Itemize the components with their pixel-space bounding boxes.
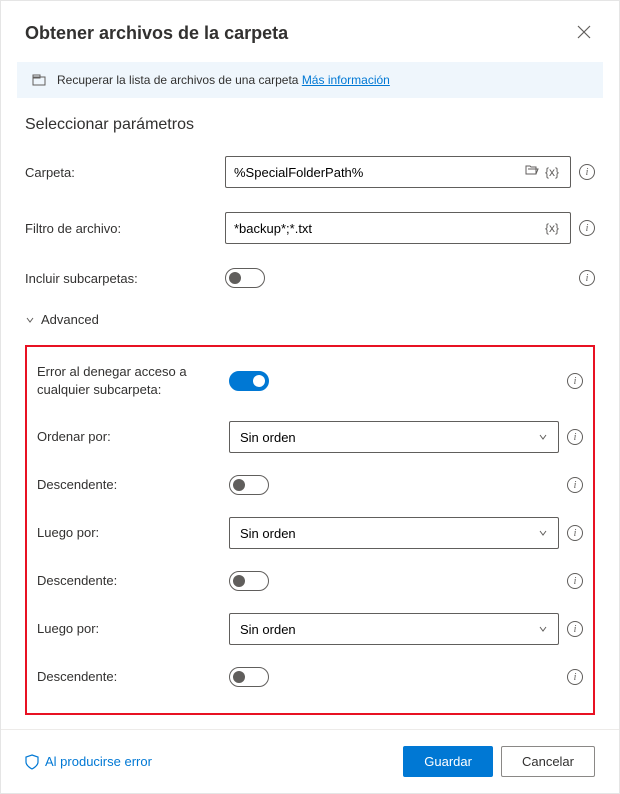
on-error-link[interactable]: Al producirse error	[25, 754, 152, 770]
cancel-button[interactable]: Cancelar	[501, 746, 595, 777]
thenby1-value: Sin orden	[240, 526, 296, 541]
info-banner: Recuperar la lista de archivos de una ca…	[17, 62, 603, 98]
filter-row: Filtro de archivo: {x} i	[25, 212, 595, 244]
variable-picker-icon[interactable]: {x}	[542, 165, 562, 179]
close-icon	[577, 25, 591, 39]
advanced-toggle[interactable]: Advanced	[25, 312, 595, 327]
advanced-label: Advanced	[41, 312, 99, 327]
help-icon[interactable]: i	[567, 525, 583, 541]
help-icon[interactable]: i	[567, 573, 583, 589]
chevron-down-icon	[538, 624, 548, 634]
help-icon[interactable]: i	[567, 429, 583, 445]
section-title: Seleccionar parámetros	[25, 116, 595, 134]
desc2-toggle[interactable]	[229, 571, 269, 591]
sort-by-select[interactable]: Sin orden	[229, 421, 559, 453]
subfolders-toggle[interactable]	[225, 268, 265, 288]
browse-folder-icon[interactable]	[522, 163, 542, 181]
help-icon[interactable]: i	[567, 373, 583, 389]
folder-input[interactable]	[234, 165, 522, 180]
folder-input-wrap: {x}	[225, 156, 571, 188]
thenby2-select[interactable]: Sin orden	[229, 613, 559, 645]
content-area: Seleccionar parámetros Carpeta: {x} i Fi…	[1, 116, 619, 729]
desc2-row: Descendente: i	[37, 571, 583, 591]
desc3-label: Descendente:	[37, 668, 217, 686]
save-button[interactable]: Guardar	[403, 746, 493, 777]
deny-error-label: Error al denegar acceso a cualquier subc…	[37, 363, 217, 399]
help-icon[interactable]: i	[579, 270, 595, 286]
folder-label: Carpeta:	[25, 165, 213, 180]
thenby1-row: Luego por: Sin orden i	[37, 517, 583, 549]
footer-buttons: Guardar Cancelar	[403, 746, 595, 777]
desc3-toggle[interactable]	[229, 667, 269, 687]
help-icon[interactable]: i	[567, 477, 583, 493]
thenby1-label: Luego por:	[37, 524, 217, 542]
desc1-toggle[interactable]	[229, 475, 269, 495]
chevron-down-icon	[25, 315, 35, 325]
thenby2-label: Luego por:	[37, 620, 217, 638]
subfolders-row: Incluir subcarpetas: i	[25, 268, 595, 288]
subfolders-label: Incluir subcarpetas:	[25, 271, 213, 286]
close-button[interactable]	[573, 21, 595, 46]
filter-input[interactable]	[234, 221, 542, 236]
help-icon[interactable]: i	[567, 621, 583, 637]
sort-by-value: Sin orden	[240, 430, 296, 445]
thenby2-row: Luego por: Sin orden i	[37, 613, 583, 645]
folder-row: Carpeta: {x} i	[25, 156, 595, 188]
thenby2-value: Sin orden	[240, 622, 296, 637]
deny-error-row: Error al denegar acceso a cualquier subc…	[37, 363, 583, 399]
chevron-down-icon	[538, 432, 548, 442]
filter-input-wrap: {x}	[225, 212, 571, 244]
dialog-header: Obtener archivos de la carpeta	[1, 1, 619, 62]
deny-error-toggle[interactable]	[229, 371, 269, 391]
variable-picker-icon[interactable]: {x}	[542, 221, 562, 235]
advanced-section: Error al denegar acceso a cualquier subc…	[25, 345, 595, 715]
folder-info-icon	[31, 72, 47, 88]
help-icon[interactable]: i	[579, 164, 595, 180]
desc1-row: Descendente: i	[37, 475, 583, 495]
sort-by-label: Ordenar por:	[37, 428, 217, 446]
on-error-label: Al producirse error	[45, 754, 152, 769]
filter-label: Filtro de archivo:	[25, 221, 213, 236]
thenby1-select[interactable]: Sin orden	[229, 517, 559, 549]
help-icon[interactable]: i	[579, 220, 595, 236]
dialog-footer: Al producirse error Guardar Cancelar	[1, 729, 619, 793]
dialog-title: Obtener archivos de la carpeta	[25, 23, 288, 44]
help-icon[interactable]: i	[567, 669, 583, 685]
sort-by-row: Ordenar por: Sin orden i	[37, 421, 583, 453]
desc2-label: Descendente:	[37, 572, 217, 590]
info-text: Recuperar la lista de archivos de una ca…	[57, 73, 390, 87]
more-info-link[interactable]: Más información	[302, 73, 390, 87]
desc3-row: Descendente: i	[37, 667, 583, 687]
desc1-label: Descendente:	[37, 476, 217, 494]
chevron-down-icon	[538, 528, 548, 538]
shield-icon	[25, 754, 39, 770]
